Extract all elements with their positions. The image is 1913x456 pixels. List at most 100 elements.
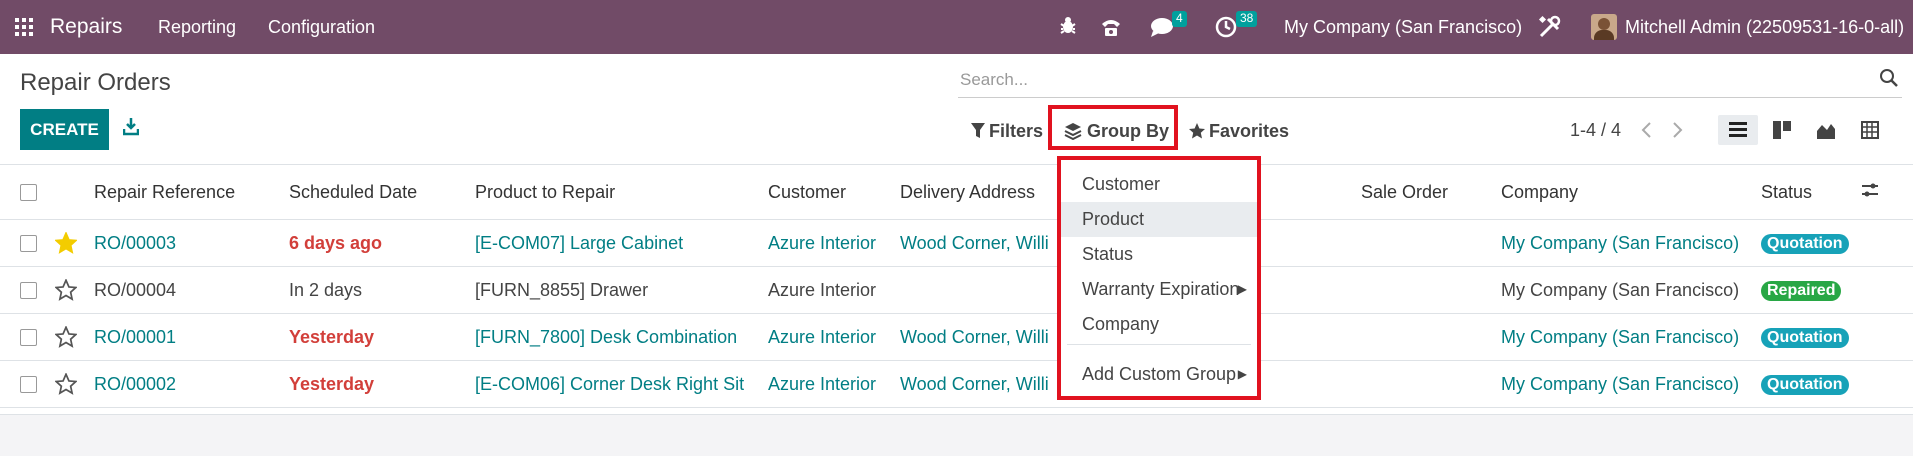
filter-icon bbox=[971, 123, 985, 138]
company-switcher[interactable]: My Company (San Francisco) bbox=[1284, 0, 1522, 54]
group-by-button[interactable]: Group By bbox=[1087, 121, 1169, 142]
col-delivery-address[interactable]: Delivery Address bbox=[900, 164, 1050, 220]
pager-next-icon[interactable] bbox=[1670, 120, 1684, 140]
kanban-view-icon bbox=[1773, 121, 1791, 139]
cell-delivery-address bbox=[900, 266, 1050, 314]
group-by-option-product[interactable]: Product bbox=[1061, 202, 1257, 237]
cell-delivery-address: Wood Corner, Willi bbox=[900, 313, 1050, 361]
menu-configuration[interactable]: Configuration bbox=[268, 0, 375, 54]
kanban-view-button[interactable] bbox=[1762, 115, 1802, 145]
pager-value[interactable]: 1-4 / 4 bbox=[1570, 120, 1621, 141]
status-badge: Quotation bbox=[1761, 234, 1849, 254]
select-all-checkbox[interactable] bbox=[20, 184, 37, 202]
messages-icon[interactable] bbox=[1150, 16, 1174, 38]
cell-company: My Company (San Francisco) bbox=[1501, 219, 1761, 267]
menu-reporting[interactable]: Reporting bbox=[158, 0, 236, 54]
download-icon[interactable] bbox=[123, 118, 139, 136]
cell-company: My Company (San Francisco) bbox=[1501, 360, 1761, 408]
row-checkbox[interactable] bbox=[20, 329, 37, 347]
user-menu[interactable]: Mitchell Admin (22509531-16-0-all) bbox=[1625, 0, 1904, 54]
search-input[interactable]: Search... bbox=[960, 70, 1028, 90]
col-customer[interactable]: Customer bbox=[768, 164, 900, 220]
favorites-button[interactable]: Favorites bbox=[1209, 121, 1289, 142]
col-product-to-repair[interactable]: Product to Repair bbox=[475, 164, 768, 220]
group-by-option-customer[interactable]: Customer bbox=[1061, 167, 1257, 202]
activities-badge: 38 bbox=[1236, 11, 1258, 27]
filters-button[interactable]: Filters bbox=[989, 121, 1043, 142]
list-view-button[interactable] bbox=[1718, 115, 1758, 145]
list-view-icon bbox=[1729, 122, 1747, 137]
top-navbar: Repairs Reporting Configuration 4 38 My … bbox=[0, 0, 1913, 54]
pager-prev-icon[interactable] bbox=[1640, 120, 1654, 140]
dropdown-divider bbox=[1067, 344, 1251, 345]
cell-reference: RO/00002 bbox=[94, 360, 289, 408]
app-name[interactable]: Repairs bbox=[50, 0, 122, 54]
bug-icon[interactable] bbox=[1058, 16, 1078, 36]
group-by-option-label: Customer bbox=[1082, 174, 1161, 194]
priority-star-icon[interactable] bbox=[55, 325, 78, 349]
priority-star-icon[interactable] bbox=[55, 372, 78, 396]
table-row[interactable]: RO/00003 6 days ago [E-COM07] Large Cabine… bbox=[0, 219, 1913, 267]
apps-menu-icon[interactable] bbox=[15, 18, 33, 36]
row-checkbox[interactable] bbox=[20, 235, 37, 253]
cell-scheduled-date: Yesterday bbox=[289, 313, 475, 361]
col-scheduled-date[interactable]: Scheduled Date bbox=[289, 164, 475, 220]
status-badge: Repaired bbox=[1761, 281, 1842, 301]
cell-scheduled-date: In 2 days bbox=[289, 266, 475, 314]
pivot-view-button[interactable] bbox=[1850, 115, 1890, 145]
cell-customer: Azure Interior bbox=[768, 360, 900, 408]
create-button[interactable]: CREATE bbox=[20, 109, 109, 150]
cell-sale-order bbox=[1361, 313, 1501, 361]
cell-company: My Company (San Francisco) bbox=[1501, 313, 1761, 361]
optional-columns-icon[interactable] bbox=[1861, 182, 1879, 198]
row-checkbox[interactable] bbox=[20, 282, 37, 300]
col-status[interactable]: Status bbox=[1761, 164, 1861, 220]
table-row[interactable]: RO/00002 Yesterday [E-COM06] Corner Desk R… bbox=[0, 360, 1913, 408]
area-chart-icon bbox=[1817, 124, 1835, 139]
cell-customer: Azure Interior bbox=[768, 266, 900, 314]
col-repair-reference[interactable]: Repair Reference bbox=[94, 164, 289, 220]
add-custom-group-item[interactable]: Add Custom Group ▶ bbox=[1061, 357, 1257, 392]
group-by-option-company[interactable]: Company bbox=[1061, 307, 1257, 342]
messages-badge: 4 bbox=[1172, 11, 1187, 27]
cell-delivery-address: Wood Corner, Willi bbox=[900, 360, 1050, 408]
caret-right-icon: ▶ bbox=[1237, 367, 1247, 381]
table-row[interactable]: RO/00004 In 2 days [FURN_8855] Drawer Azure… bbox=[0, 266, 1913, 314]
cell-sale-order bbox=[1361, 360, 1501, 408]
repair-orders-table: Repair Reference Scheduled Date Product … bbox=[0, 164, 1913, 408]
search-bar[interactable]: Search... bbox=[958, 60, 1902, 98]
cell-product: [FURN_8855] Drawer bbox=[475, 266, 768, 314]
user-avatar[interactable] bbox=[1591, 14, 1617, 40]
page-footer-area bbox=[0, 414, 1913, 456]
cell-company: My Company (San Francisco) bbox=[1501, 266, 1761, 314]
cell-sale-order bbox=[1361, 219, 1501, 267]
priority-star-icon[interactable] bbox=[55, 231, 78, 255]
group-by-option-label: Company bbox=[1082, 314, 1160, 334]
col-sale-order[interactable]: Sale Order bbox=[1361, 164, 1501, 220]
status-badge: Quotation bbox=[1761, 328, 1849, 348]
search-icon[interactable] bbox=[1880, 69, 1898, 87]
col-company[interactable]: Company bbox=[1501, 164, 1761, 220]
tools-icon[interactable] bbox=[1538, 15, 1562, 39]
caret-right-icon: ▶ bbox=[1237, 282, 1247, 296]
cell-sale-order bbox=[1361, 266, 1501, 314]
cell-reference: RO/00004 bbox=[94, 266, 289, 314]
table-row[interactable]: RO/00001 Yesterday [FURN_7800] Desk Combin… bbox=[0, 313, 1913, 361]
group-by-option-status[interactable]: Status bbox=[1061, 237, 1257, 272]
cell-delivery-address: Wood Corner, Willi bbox=[900, 219, 1050, 267]
activity-clock-icon[interactable] bbox=[1215, 16, 1237, 38]
cell-scheduled-date: 6 days ago bbox=[289, 219, 475, 267]
add-custom-group-label: Add Custom Group bbox=[1082, 364, 1237, 384]
cell-reference: RO/00003 bbox=[94, 219, 289, 267]
table-header-row: Repair Reference Scheduled Date Product … bbox=[0, 164, 1913, 220]
graph-view-button[interactable] bbox=[1806, 115, 1846, 145]
group-by-option-warranty-expiration[interactable]: Warranty Expiration ▶ bbox=[1061, 272, 1257, 307]
group-by-dropdown: Customer Product Status Warranty Expiration… bbox=[1057, 156, 1261, 400]
cell-product: [E-COM07] Large Cabinet bbox=[475, 219, 768, 267]
phone-icon[interactable] bbox=[1100, 16, 1122, 38]
cell-reference: RO/00001 bbox=[94, 313, 289, 361]
priority-star-icon[interactable] bbox=[55, 278, 78, 302]
group-by-option-label: Status bbox=[1082, 244, 1134, 264]
row-checkbox[interactable] bbox=[20, 376, 37, 394]
group-by-option-label: Product bbox=[1082, 209, 1145, 229]
